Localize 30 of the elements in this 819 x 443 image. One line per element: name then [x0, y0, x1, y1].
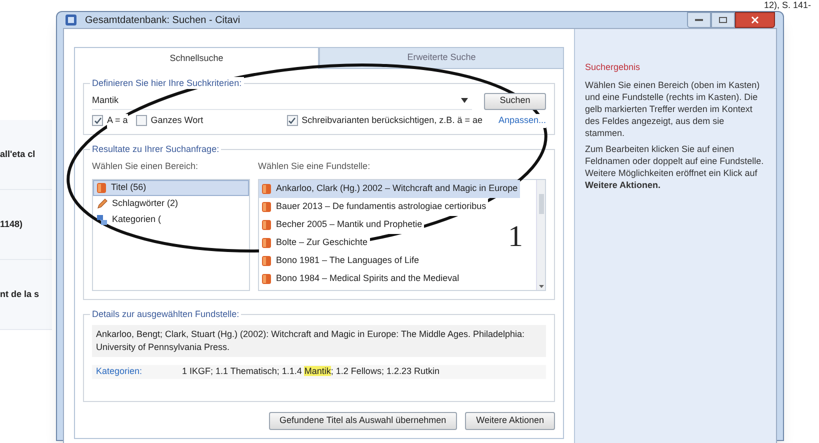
- area-item[interactable]: Titel (56): [93, 180, 249, 196]
- hit-item[interactable]: Ankarloo, Clark (Hg.) 2002 – Witchcraft and Magic in Europe: [259, 180, 520, 198]
- area-item[interactable]: Kategorien (: [93, 212, 249, 228]
- action-button[interactable]: Weitere Aktionen: [465, 412, 555, 430]
- area-heading: Wählen Sie einen Bereich:: [92, 160, 200, 172]
- hit-item[interactable]: Bauer 2013 – De fundamentis astrologiae certioribus: [259, 198, 488, 216]
- customize-link[interactable]: Anpassen...: [498, 114, 546, 128]
- citation-text: Ankarloo, Bengt; Clark, Stuart (Hg.) (2002): Witchcraft and Magic in Europe: The Middle Ages. Philadelphia: University of Pennsylvania Press.: [92, 325, 546, 357]
- group-legend: Definieren Sie hier Ihre Suchkriterien:: [90, 77, 244, 89]
- action-button[interactable]: Gefundene Titel als Auswahl übernehmen: [268, 412, 458, 430]
- categories-label: Kategorien:: [95, 365, 144, 378]
- option-label: A = a: [107, 114, 128, 128]
- help-text: Wählen Sie einen Bereich (oben im Kasten) und eine Fundstelle (rechts im Kasten). Die gelb markierten Treffer werden im Kontext des Feldes angezeigt, aus dem sie stammen.: [585, 78, 761, 138]
- option-label: Schreibvarianten berücksichtigen, z.B. ä = ae: [302, 114, 482, 128]
- group-legend: Resultate zu Ihrer Suchanfrage:: [90, 142, 222, 154]
- tab[interactable]: Schnellsuche: [74, 47, 319, 69]
- hit-heading: Wählen Sie eine Fundstelle:: [258, 160, 372, 172]
- document-text: nt de la s: [0, 288, 40, 301]
- categories-text: 1 IKGF; 1.1 Thematisch; 1.1.4 Mantik; 1.2 Fellows; 1.2.23 Rutkin: [182, 365, 440, 378]
- group-legend: Details zur ausgewählten Fundstelle:: [90, 308, 242, 320]
- help-text: Zum Bearbeiten klicken Sie auf einen Feldnamen oder doppelt auf eine Fundstelle. Weitere Möglichkeiten eröffnet ein Klick auf Weitere Aktionen.: [585, 142, 765, 190]
- area-item[interactable]: Schlagwörter (2): [93, 196, 249, 212]
- help-title: Suchergebnis: [585, 61, 642, 74]
- search-button[interactable]: Suchen: [484, 92, 546, 110]
- document-text: all'eta cl: [0, 148, 36, 161]
- annotation-number: 1: [508, 222, 523, 252]
- document-text: 12), S. 141-: [764, 0, 812, 10]
- document-text: 1148): [0, 218, 23, 231]
- window-title: Gesamtdatenbank: Suchen - Citavi: [85, 14, 240, 28]
- tab[interactable]: Erweiterte Suche: [319, 47, 564, 69]
